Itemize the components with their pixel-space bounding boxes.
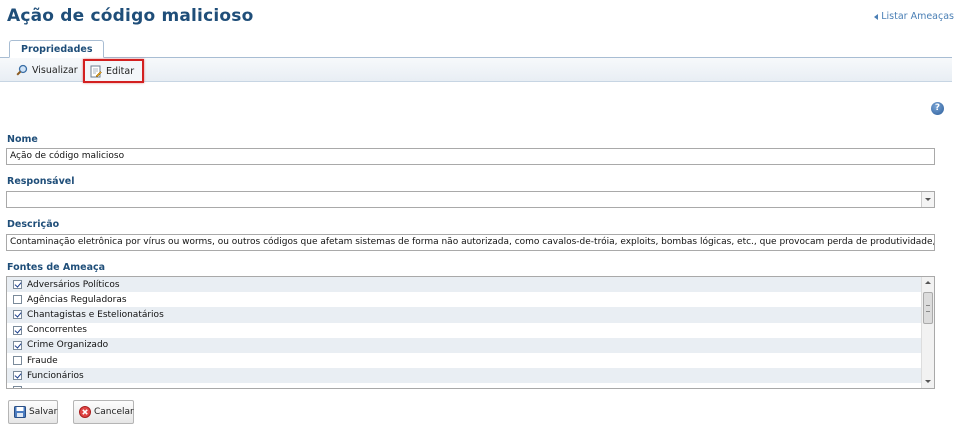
floppy-disk-icon: [14, 406, 26, 418]
list-item-label: Fraude: [27, 355, 58, 366]
list-item[interactable]: Agências Reguladoras: [7, 292, 934, 307]
scroll-up-icon[interactable]: [922, 277, 934, 289]
toolbar: Visualizar Editar: [0, 58, 952, 83]
magnifier-icon: [16, 64, 28, 76]
view-button[interactable]: Visualizar: [16, 58, 78, 82]
save-button-label: Salvar: [29, 407, 58, 417]
help-icon[interactable]: ?: [931, 102, 944, 115]
threat-sources-label: Fontes de Ameaça: [7, 262, 106, 273]
checkbox[interactable]: [13, 356, 22, 366]
scroll-thumb[interactable]: [923, 292, 933, 324]
view-button-label: Visualizar: [32, 64, 78, 76]
cancel-button-label: Cancelar: [94, 407, 134, 417]
checkbox[interactable]: [13, 280, 22, 290]
list-item[interactable]: Funcionários: [7, 368, 934, 384]
list-item[interactable]: Chantagistas e Estelionatários: [7, 307, 934, 323]
cancel-button[interactable]: Cancelar: [73, 400, 134, 424]
list-scrollbar[interactable]: [921, 277, 934, 388]
name-label: Nome: [7, 134, 38, 145]
list-item[interactable]: Fraude: [7, 353, 934, 368]
checkbox[interactable]: [13, 325, 22, 335]
list-item-label: Adversários Políticos: [27, 279, 120, 290]
save-button[interactable]: Salvar: [8, 400, 58, 424]
cancel-icon: [79, 406, 91, 418]
description-field[interactable]: Contaminação eletrônica por vírus ou wor…: [6, 234, 935, 251]
checkbox[interactable]: [13, 371, 22, 381]
list-item-label: Chantagistas e Estelionatários: [27, 309, 164, 320]
list-item-label: Funcionários: [27, 370, 84, 381]
list-item[interactable]: Adversários Políticos: [7, 277, 934, 293]
page-title: Ação de código malicioso: [7, 6, 254, 26]
tab-properties[interactable]: Propriedades: [9, 40, 105, 58]
back-link-label: Listar Ameaças: [881, 11, 954, 22]
arrow-left-icon: [874, 13, 879, 20]
list-item-label: Concorrentes: [27, 325, 87, 336]
edit-document-icon: [90, 65, 102, 77]
checkbox[interactable]: [13, 340, 22, 350]
edit-button[interactable]: Editar: [83, 59, 145, 83]
chevron-down-icon[interactable]: [921, 192, 934, 207]
checkbox[interactable]: [13, 295, 22, 305]
list-item[interactable]: [7, 383, 934, 388]
responsible-label: Responsável: [7, 176, 75, 187]
edit-button-label: Editar: [106, 65, 135, 77]
scroll-down-icon[interactable]: [922, 376, 934, 388]
back-link-list-threats[interactable]: Listar Ameaças: [874, 11, 954, 22]
list-item-label: Crime Organizado: [27, 340, 109, 351]
name-field[interactable]: Ação de código malicioso: [6, 148, 935, 165]
threat-sources-list[interactable]: Adversários Políticos Agências Regulador…: [6, 276, 935, 389]
list-item-label: Agências Reguladoras: [27, 294, 127, 305]
responsible-select[interactable]: [6, 191, 935, 208]
checkbox[interactable]: [13, 386, 22, 388]
checkbox[interactable]: [13, 310, 22, 320]
tab-bar: Propriedades: [0, 40, 952, 58]
description-label: Descrição: [7, 219, 60, 230]
list-item[interactable]: Concorrentes: [7, 323, 934, 338]
list-item[interactable]: Crime Organizado: [7, 337, 934, 353]
